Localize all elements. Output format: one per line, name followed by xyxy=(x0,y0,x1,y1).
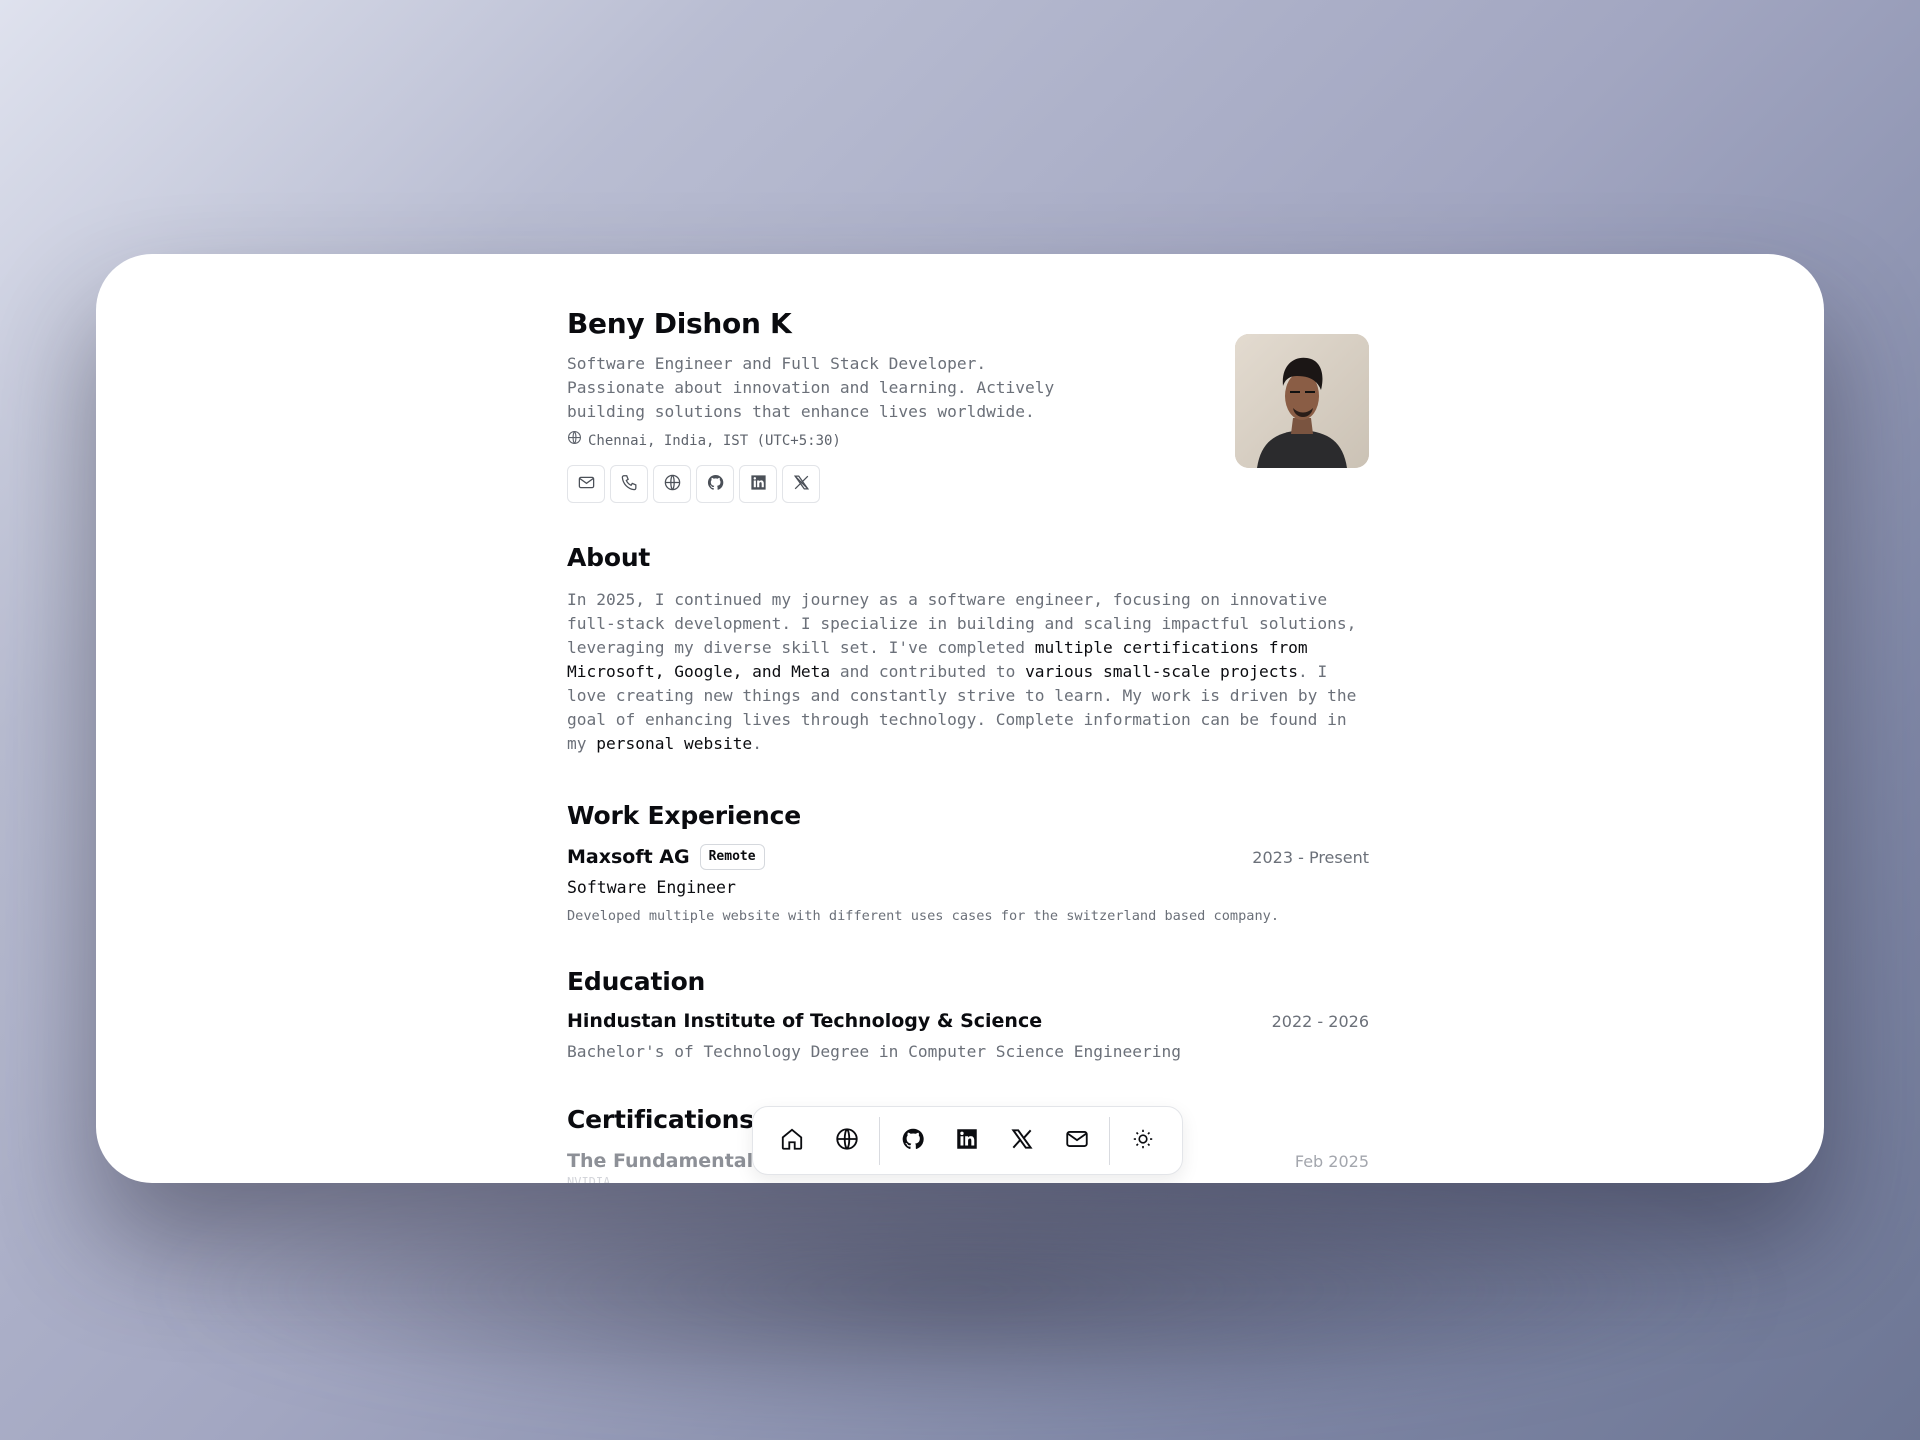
globe-icon xyxy=(834,1126,860,1156)
browser-window: Beny Dishon K Software Engineer and Full… xyxy=(96,254,1824,1183)
profile-header: Beny Dishon K Software Engineer and Full… xyxy=(567,306,1369,542)
dock-email-button[interactable] xyxy=(1050,1112,1105,1169)
email-button[interactable] xyxy=(567,465,605,503)
about-paragraph: In 2025, I continued my journey as a sof… xyxy=(567,588,1369,756)
work-header-row: Maxsoft AG Remote 2023 - Present xyxy=(567,844,1369,870)
bottom-dock xyxy=(752,1106,1183,1175)
github-button[interactable] xyxy=(696,465,734,503)
work-dates: 2023 - Present xyxy=(1252,847,1369,867)
education-header-row: Hindustan Institute of Technology & Scie… xyxy=(567,1010,1369,1032)
linkedin-icon xyxy=(749,473,768,496)
about-section: About In 2025, I continued my journey as… xyxy=(567,542,1369,756)
profile-photo xyxy=(1235,334,1369,468)
phone-icon xyxy=(620,473,639,496)
theme-toggle-button[interactable] xyxy=(1115,1112,1170,1169)
github-icon xyxy=(706,473,725,496)
location-text: Chennai, India, IST (UTC+5:30) xyxy=(588,432,841,449)
work-description: Developed multiple website with differen… xyxy=(567,908,1280,924)
education-dates: 2022 - 2026 xyxy=(1271,1011,1369,1031)
dock-x-button[interactable] xyxy=(995,1112,1050,1169)
mail-icon xyxy=(577,473,596,496)
mail-icon xyxy=(1064,1126,1090,1156)
linkedin-button[interactable] xyxy=(739,465,777,503)
dock-github-button[interactable] xyxy=(885,1112,940,1169)
globe-icon xyxy=(567,430,582,451)
work-role: Software Engineer xyxy=(567,878,736,897)
globe-icon xyxy=(663,473,682,496)
window-shadow xyxy=(140,1160,1780,1420)
sun-icon xyxy=(1130,1126,1156,1156)
phone-button[interactable] xyxy=(610,465,648,503)
dock-home-button[interactable] xyxy=(765,1112,820,1169)
website-button[interactable] xyxy=(653,465,691,503)
dock-divider xyxy=(879,1116,881,1165)
about-text-4: . xyxy=(752,734,762,753)
profile-tagline: Software Engineer and Full Stack Develop… xyxy=(567,354,1055,421)
degree-text: Bachelor's of Technology Degree in Compu… xyxy=(567,1042,1181,1061)
dock-divider xyxy=(1109,1116,1111,1165)
personal-website-link[interactable]: personal website xyxy=(596,734,752,753)
projects-link[interactable]: various small-scale projects xyxy=(1025,662,1298,681)
x-button[interactable] xyxy=(782,465,820,503)
x-icon xyxy=(792,473,811,496)
work-section: Work Experience Maxsoft AG Remote 2023 -… xyxy=(567,800,1369,926)
school-name: Hindustan Institute of Technology & Scie… xyxy=(567,1010,1043,1032)
github-icon xyxy=(900,1126,926,1156)
linkedin-icon xyxy=(954,1126,980,1156)
company-label: Maxsoft AG xyxy=(567,846,690,868)
work-title: Work Experience xyxy=(567,801,801,830)
education-section: Education Hindustan Institute of Technol… xyxy=(567,966,1369,1064)
cert-issuer: NVIDIA xyxy=(567,1175,611,1183)
about-title: About xyxy=(567,543,651,572)
cert-date: Feb 2025 xyxy=(1294,1151,1369,1171)
home-icon xyxy=(779,1126,805,1156)
education-title: Education xyxy=(567,967,706,996)
contact-links xyxy=(567,465,1369,503)
dock-linkedin-button[interactable] xyxy=(940,1112,995,1169)
company-name[interactable]: Maxsoft AG Remote xyxy=(567,844,765,870)
status-badge: Remote xyxy=(699,844,765,870)
dock-website-button[interactable] xyxy=(820,1112,875,1169)
x-icon xyxy=(1009,1126,1035,1156)
about-text-2: and contributed to xyxy=(830,662,1026,681)
resume-content: Beny Dishon K Software Engineer and Full… xyxy=(567,306,1369,1183)
